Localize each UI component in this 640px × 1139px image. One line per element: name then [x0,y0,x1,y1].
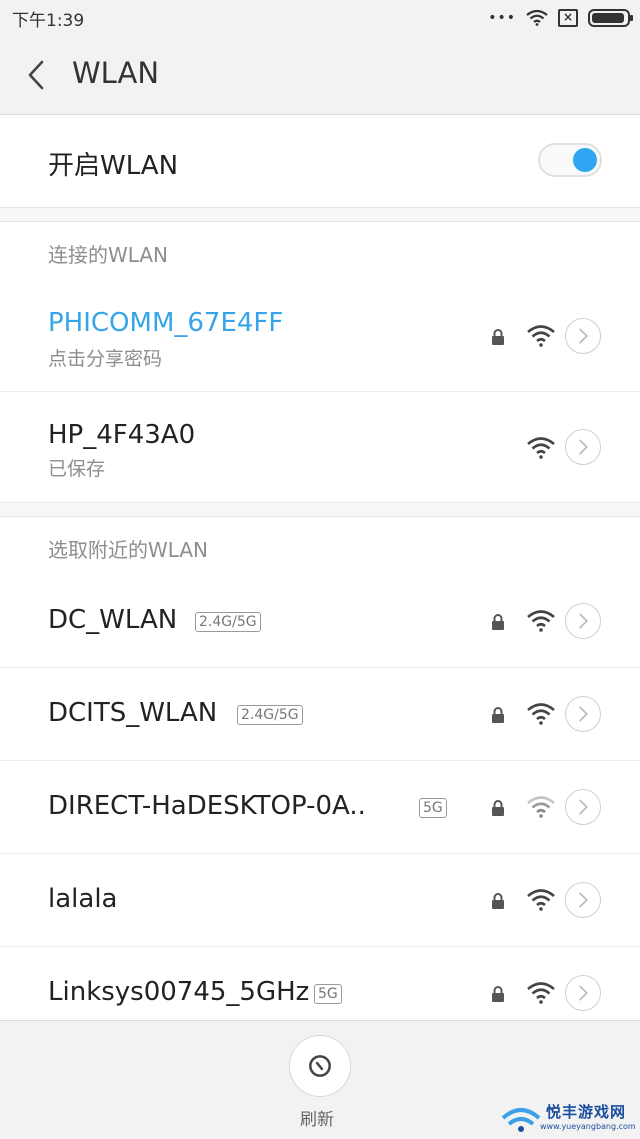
network-subtitle: 点击分享密码 [48,348,163,370]
connected-section-header: 连接的WLAN [0,221,640,281]
nearby-section-title: 选取附近的WLAN [48,538,209,562]
nearby-section-header: 选取附近的WLAN [0,516,640,576]
wifi-status-icon [526,10,548,26]
wifi-signal-icon [527,610,555,632]
lock-icon [492,614,504,630]
network-name: PHICOMM_67E4FF [48,308,284,338]
network-details-button[interactable] [565,789,601,825]
switch-knob [573,148,597,172]
network-details-button[interactable] [565,318,601,354]
page-title: WLAN [72,56,160,90]
network-row-phicomm[interactable]: PHICOMM_67E4FF 点击分享密码 [0,280,640,392]
lock-icon [492,893,504,909]
network-subtitle: 已保存 [48,458,106,480]
battery-icon [588,9,633,27]
wifi-signal-icon [527,437,555,459]
watermark-text: 悦丰游戏网 [546,1103,627,1121]
wifi-signal-icon [527,982,555,1004]
network-row-dcits-wlan[interactable]: DCITS_WLAN 2.4G/5G [0,668,640,761]
network-details-button[interactable] [565,603,601,639]
network-row-direct-hadesktop[interactable]: DIRECT-HaDESKTOP-0A.. 5G [0,761,640,854]
band-badge: 5G [419,798,447,818]
network-row-hp[interactable]: HP_4F43A0 已保存 [0,392,640,503]
network-name: DC_WLAN [48,605,178,635]
wifi-signal-icon [527,325,555,347]
wlan-toggle-label: 开启WLAN [48,151,179,181]
refresh-button[interactable] [289,1035,351,1097]
status-icons: ••• × [488,9,633,27]
lock-icon [492,800,504,816]
network-details-button[interactable] [565,429,601,465]
connected-section-title: 连接的WLAN [48,243,169,267]
network-name: lalala [48,884,118,914]
band-badge: 5G [314,984,342,1004]
back-button[interactable] [22,58,52,92]
more-notifications-icon: ••• [488,10,516,26]
wlan-switch[interactable] [538,143,602,177]
network-name: DCITS_WLAN [48,698,218,728]
band-badge: 2.4G/5G [237,705,303,725]
network-name: HP_4F43A0 [48,420,196,450]
wifi-signal-icon [527,889,555,911]
wifi-signal-weak-icon [527,796,555,818]
network-row-linksys[interactable]: Linksys00745_5GHz 5G [0,947,640,1020]
wifi-signal-icon [527,703,555,725]
network-name: Linksys00745_5GHz [48,977,310,1007]
lock-icon [492,329,504,345]
network-details-button[interactable] [565,882,601,918]
status-time: 下午1:39 [12,10,85,31]
lock-icon [492,707,504,723]
title-bar: WLAN [0,36,640,115]
network-row-dc-wlan[interactable]: DC_WLAN 2.4G/5G [0,575,640,668]
status-bar: 下午1:39 ••• × [0,0,640,36]
band-badge: 2.4G/5G [195,612,261,632]
network-name: DIRECT-HaDESKTOP-0A.. [48,791,366,821]
network-details-button[interactable] [565,975,601,1011]
lock-icon [492,986,504,1002]
watermark-url: www.yueyangbang.com [540,1122,636,1131]
no-sim-icon: × [558,9,578,27]
refresh-label: 刷新 [300,1110,334,1130]
network-details-button[interactable] [565,696,601,732]
network-row-lalala[interactable]: lalala [0,854,640,947]
